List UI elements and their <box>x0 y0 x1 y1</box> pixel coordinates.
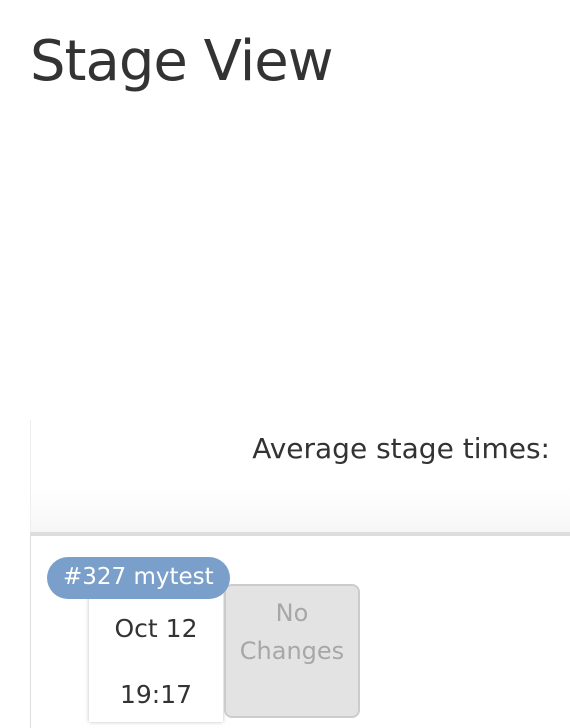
build-time: 19:17 <box>119 680 193 709</box>
build-date-card[interactable]: Oct 12 19:17 <box>89 584 223 722</box>
stage-view-table: Average stage times: Oct 12 19:17 No Cha… <box>30 420 570 728</box>
build-date: Oct 12 <box>114 614 198 643</box>
build-row: Oct 12 19:17 No Changes #327 mytest <box>30 536 570 728</box>
average-stage-times-header: Average stage times: <box>30 420 570 532</box>
page-title: Stage View <box>30 29 334 94</box>
no-changes-cell[interactable]: No Changes <box>224 584 360 718</box>
average-stage-times-label: Average stage times: <box>252 432 550 465</box>
build-badge[interactable]: #327 mytest <box>47 557 230 599</box>
